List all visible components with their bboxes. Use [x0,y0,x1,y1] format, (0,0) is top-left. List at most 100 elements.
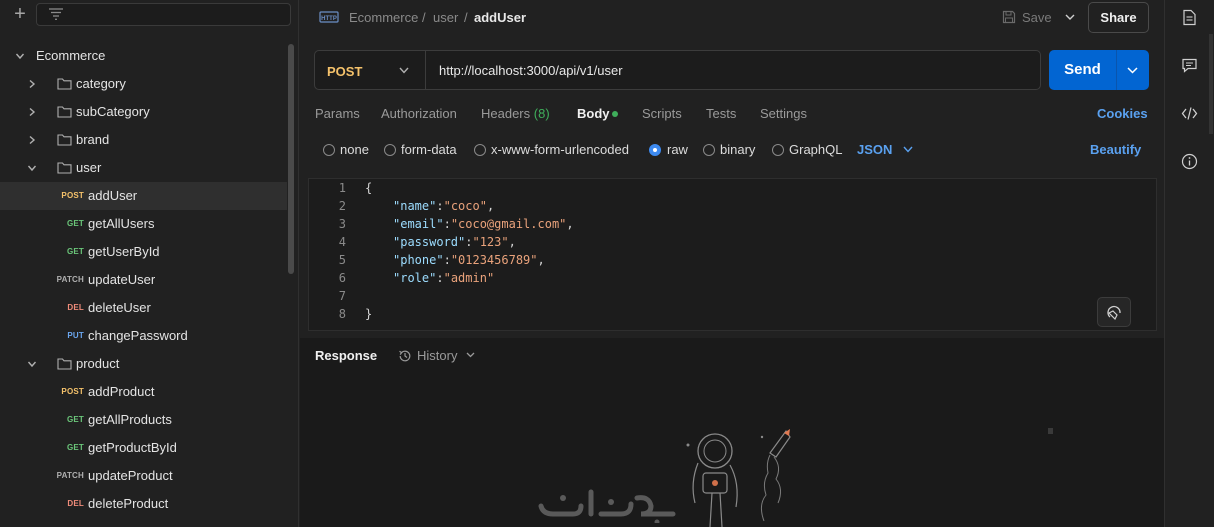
history-icon[interactable] [398,349,412,363]
cookies-link[interactable]: Cookies [1097,106,1148,121]
collection-label: Ecommerce [36,48,106,63]
radio-form-data-label[interactable]: form-data [401,142,457,157]
chevron-down-icon [399,67,409,74]
json-key: "email" [393,217,444,231]
sidebar-request[interactable]: POST addUser [0,182,287,210]
radio-none[interactable] [323,144,335,156]
chevron-right-icon[interactable] [27,135,37,145]
collection-ecommerce[interactable]: Ecommerce [0,42,287,70]
json-value: "0123456789" [450,253,538,267]
info-icon[interactable] [1181,153,1198,170]
sidebar-item-label: getAllProducts [88,412,172,427]
breadcrumb-collection[interactable]: Ecommerce [349,10,418,25]
radio-form-data[interactable] [384,144,396,156]
sidebar-request[interactable]: PATCH updateProduct [0,462,287,490]
sidebar-item-label: updateProduct [88,468,173,483]
line-number: 8 [338,307,346,321]
breadcrumb-separator: / [464,10,468,25]
radio-graphql[interactable] [772,144,784,156]
sidebar-request[interactable]: POST addProduct [0,378,287,406]
method-select[interactable]: POST [315,51,426,89]
save-icon[interactable] [1002,10,1016,24]
radio-none-label[interactable]: none [340,142,369,157]
language-select[interactable]: JSON [857,142,892,157]
tab-headers-label: Headers [481,106,531,121]
json-comma: , [566,217,574,231]
code-line: "role":"admin" [393,271,494,285]
chevron-right-icon[interactable] [27,107,37,117]
request-name[interactable]: addUser [474,10,526,25]
sidebar-item-label: changePassword [88,328,188,343]
sidebar-request[interactable]: GET getUserById [0,238,287,266]
code-line: } [365,307,373,321]
sidebar-request[interactable]: DEL deleteUser [0,294,287,322]
comments-icon[interactable] [1181,57,1198,74]
sidebar-item-label: user [76,160,102,175]
tab-headers[interactable]: Headers (8) [481,106,550,121]
sidebar-request[interactable]: GET getAllUsers [0,210,287,238]
code-editor[interactable]: 12345678 { "name":"coco", "email":"coco@g… [308,178,1157,331]
tab-params[interactable]: Params [315,106,360,121]
sidebar-item-label: deleteUser [88,300,151,315]
chevron-right-icon[interactable] [27,79,37,89]
code-line: { [365,181,373,195]
documentation-icon[interactable] [1181,9,1198,26]
json-key: "role" [393,271,437,285]
sidebar-folder[interactable]: subCategory [0,98,287,126]
code-line: "name":"coco", [393,199,494,213]
body-indicator-dot [612,111,618,117]
radio-urlencoded[interactable] [474,144,486,156]
share-button[interactable]: Share [1088,2,1149,33]
sidebar-request[interactable]: PUT changePassword [0,322,287,350]
sidebar-folder[interactable]: category [0,70,287,98]
radio-binary-label[interactable]: binary [720,142,755,157]
sidebar-item-label: brand [76,132,110,147]
radio-raw[interactable] [649,144,661,156]
tab-authorization[interactable]: Authorization [381,106,457,121]
tab-body[interactable]: Body [577,106,610,121]
send-button[interactable]: Send [1049,50,1149,90]
rail-scrollbar[interactable] [1209,34,1213,134]
sidebar-request[interactable]: DEL deleteProduct [0,490,287,518]
method-label: POST [327,64,363,79]
svg-text:HTTP: HTTP [321,16,337,22]
chevron-down-icon[interactable] [1065,13,1075,21]
sidebar-request[interactable]: PATCH updateUser [0,266,287,294]
sidebar-scrollbar[interactable] [288,44,294,274]
sidebar-request[interactable]: GET getProductById [0,434,287,462]
sidebar-folder[interactable]: product [0,350,287,378]
chevron-down-icon[interactable] [27,163,37,173]
radio-urlencoded-label[interactable]: x-www-form-urlencoded [491,142,629,157]
sidebar-folder[interactable]: brand [0,126,287,154]
method-badge: PUT [67,331,84,340]
history-button[interactable]: History [417,348,457,363]
method-badge: GET [66,415,84,424]
response-label: Response [315,348,378,363]
chevron-down-icon[interactable] [903,146,913,153]
save-button[interactable]: Save [1022,10,1052,25]
url-input[interactable] [439,51,1029,89]
sidebar-request[interactable]: GET getAllProducts [0,406,287,434]
beautify-button[interactable] [1097,297,1131,327]
radio-raw-label[interactable]: raw [667,142,688,157]
method-badge: GET [66,219,84,228]
filter-icon[interactable] [49,8,63,20]
tab-tests[interactable]: Tests [706,106,736,121]
tab-settings[interactable]: Settings [760,106,807,121]
radio-graphql-label[interactable]: GraphQL [789,142,842,157]
code-line: "email":"coco@gmail.com", [393,217,574,231]
tab-scripts[interactable]: Scripts [642,106,682,121]
plus-icon[interactable]: + [10,3,30,25]
radio-binary[interactable] [703,144,715,156]
code-icon[interactable] [1181,105,1198,122]
chevron-down-icon[interactable] [466,352,475,358]
breadcrumb-folder[interactable]: user [433,10,458,25]
sidebar-search-input[interactable] [36,3,291,26]
chevron-down-icon[interactable] [15,51,25,61]
chevron-down-icon[interactable] [27,359,37,369]
line-number: 3 [338,217,346,231]
sidebar-folder[interactable]: user [0,154,287,182]
sidebar-item-label: getUserById [88,244,160,259]
chevron-down-icon[interactable] [1127,67,1138,74]
beautify-link[interactable]: Beautify [1090,142,1141,157]
